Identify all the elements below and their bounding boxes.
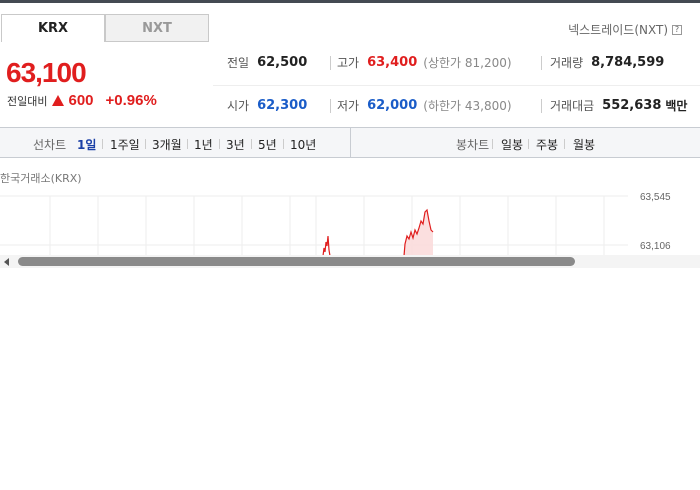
- stat-prev-close: 전일 62,500: [227, 54, 307, 71]
- current-price: 63,100: [6, 57, 87, 88]
- stat-label: 저가: [337, 99, 360, 113]
- stat-value: 63,400: [367, 55, 418, 70]
- period-separator: [251, 139, 252, 149]
- change-percent: +0.96%: [105, 92, 157, 109]
- tab-nxt-label: NXT: [142, 20, 172, 36]
- period-separator: [283, 139, 284, 149]
- period-10y[interactable]: 10년: [290, 136, 316, 153]
- period-1w[interactable]: 1주일: [110, 136, 140, 153]
- up-triangle-icon: [52, 95, 65, 106]
- line-chart-label: 선차트: [33, 138, 67, 152]
- period-separator: [492, 139, 493, 149]
- tab-krx[interactable]: KRX: [1, 14, 105, 42]
- period-separator: [219, 139, 220, 149]
- period-3y[interactable]: 3년: [226, 136, 245, 153]
- period-separator: [187, 139, 188, 149]
- top-border: [0, 0, 700, 3]
- stat-label: 시가: [227, 99, 250, 113]
- period-separator: [528, 139, 529, 149]
- stat-value: 62,000: [367, 98, 418, 113]
- intraday-chart: 63,545 63,106: [0, 192, 671, 256]
- scroll-left-icon[interactable]: [4, 258, 9, 266]
- price-change: 전일대비 600 +0.96%: [7, 92, 157, 109]
- candle-chart-label: 봉차트: [456, 138, 490, 152]
- stat-value: 62,300: [257, 98, 308, 113]
- chart-gridlines: [0, 195, 628, 256]
- stat-unit: 백만: [665, 99, 688, 113]
- period-separator: [102, 139, 103, 149]
- stat-separator: [330, 99, 331, 113]
- stat-volume: 거래량 8,784,599: [550, 54, 664, 71]
- stat-high: 고가 63,400 (상한가 81,200): [337, 54, 512, 71]
- period-toolbar: 선차트 1일 1주일 3개월 1년 3년 5년 10년 봉차트 일봉 주봉 월봉: [0, 127, 700, 158]
- period-separator: [145, 139, 146, 149]
- scrollbar-thumb[interactable]: [18, 257, 575, 266]
- nxt-link-label: 넥스트레이드(NXT): [568, 23, 668, 37]
- period-1y[interactable]: 1년: [194, 136, 213, 153]
- stat-separator: [330, 56, 331, 70]
- candle-monthly[interactable]: 월봉: [573, 136, 595, 153]
- stat-separator: [541, 99, 542, 113]
- toolbar-divider: [350, 128, 351, 157]
- candle-weekly[interactable]: 주봉: [536, 136, 558, 153]
- stat-value: 62,500: [257, 55, 308, 70]
- stats-divider: [213, 85, 700, 86]
- stat-label: 전일: [227, 56, 250, 70]
- period-1d[interactable]: 1일: [77, 136, 96, 153]
- stat-low: 저가 62,000 (하한가 43,800): [337, 97, 512, 114]
- change-value: 600: [68, 92, 94, 109]
- stat-separator: [541, 56, 542, 70]
- stat-label: 거래대금: [550, 99, 595, 113]
- chart-title: 한국거래소(KRX): [0, 172, 82, 185]
- stat-open: 시가 62,300: [227, 97, 307, 114]
- nxt-link[interactable]: 넥스트레이드(NXT) ?: [568, 21, 682, 38]
- stat-amount: 거래대금 552,638 백만: [550, 97, 687, 114]
- period-5y[interactable]: 5년: [258, 136, 277, 153]
- stat-label: 고가: [337, 56, 360, 70]
- period-separator: [564, 139, 565, 149]
- change-label: 전일대비: [7, 94, 48, 108]
- tab-divider: [105, 41, 209, 42]
- y-axis-label: 63,545: [640, 192, 671, 203]
- candle-daily[interactable]: 일봉: [501, 136, 523, 153]
- stat-sub: (하한가 43,800): [423, 99, 512, 113]
- tab-nxt[interactable]: NXT: [105, 14, 209, 42]
- period-3m[interactable]: 3개월: [152, 136, 182, 153]
- tab-krx-label: KRX: [37, 21, 69, 36]
- stat-sub: (상한가 81,200): [423, 56, 512, 70]
- stat-value: 552,638: [602, 98, 662, 113]
- stat-label: 거래량: [550, 56, 584, 70]
- y-axis-label: 63,106: [640, 241, 671, 252]
- stat-value: 8,784,599: [591, 55, 665, 70]
- help-icon[interactable]: ?: [672, 24, 682, 35]
